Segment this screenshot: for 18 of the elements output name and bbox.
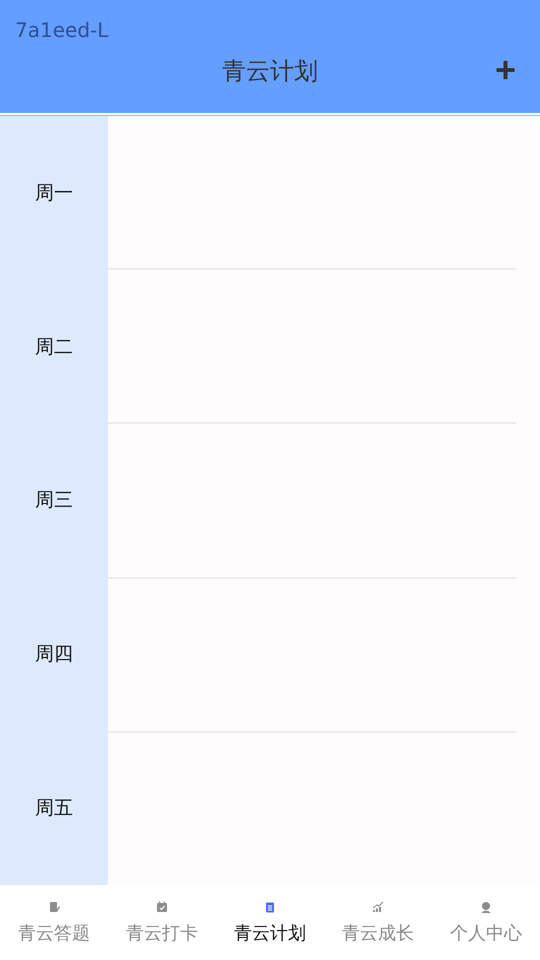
day-label[interactable]: 周三 xyxy=(35,487,73,514)
person-icon xyxy=(480,900,492,912)
chart-icon xyxy=(372,900,384,912)
nav-tab[interactable]: 青云成长 xyxy=(324,885,432,960)
nav-tab[interactable]: 个人中心 xyxy=(432,885,540,960)
nav-tab[interactable]: 青云计划 xyxy=(216,885,324,960)
day-label[interactable]: 周四 xyxy=(35,641,73,668)
debug-label: 7a1eed-L xyxy=(15,18,108,42)
nav-tab[interactable]: 青云答题 xyxy=(0,885,108,960)
day-label[interactable]: 周一 xyxy=(35,180,73,206)
day-label[interactable]: 周五 xyxy=(35,795,73,822)
note-icon xyxy=(48,900,60,912)
page-title: 青云计划 xyxy=(222,56,318,86)
nav-tab[interactable]: 青云打卡 xyxy=(108,885,216,960)
add-button[interactable]: + xyxy=(494,52,516,88)
day-label[interactable]: 周二 xyxy=(35,334,73,360)
clipboard-icon xyxy=(264,900,276,912)
calendar-icon xyxy=(156,900,168,912)
